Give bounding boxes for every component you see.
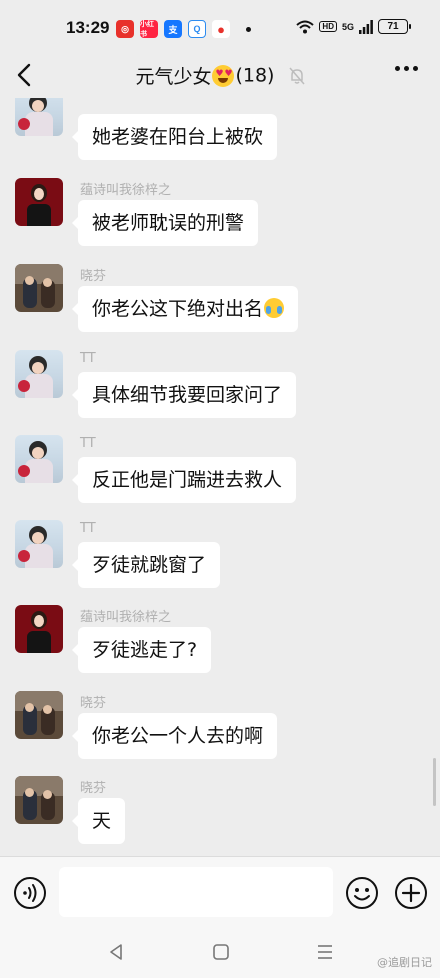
message-input[interactable] [59, 867, 333, 917]
status-time: 13:29 [66, 18, 110, 37]
more-dots-icon [395, 66, 400, 71]
voice-button[interactable] [13, 876, 47, 914]
sender-name: 蕴诗叫我徐梓之 [80, 183, 172, 198]
menu-lines-icon [318, 945, 332, 959]
battery-level: 71 [387, 21, 399, 32]
message-bubble[interactable]: 你老公这下绝对出名 [71, 286, 299, 332]
wifi-icon [296, 20, 315, 33]
sender-name: 蕴诗叫我徐梓之 [80, 610, 172, 625]
status-app-icons: ◎ 小红书 支 Q ● [116, 20, 251, 38]
chat-header: 元气少女 ♥ ♥ (18) [0, 58, 440, 98]
message-bubble[interactable]: 歹徒就跳窗了 [71, 542, 221, 588]
sender-name: 晓芬 [80, 781, 107, 796]
crying-emoji-icon [264, 298, 285, 318]
avatar[interactable] [15, 605, 63, 653]
status-indicators: HD 5G 71 [296, 19, 411, 34]
location-app-icon: ● [212, 20, 230, 38]
emoji-button[interactable] [345, 876, 379, 914]
signal-icon [359, 19, 373, 34]
message-bubble[interactable]: 歹徒逃走了? [71, 627, 212, 673]
sender-name: TT [80, 351, 96, 366]
more-notifications-icon [246, 26, 251, 32]
plus-icon [395, 877, 427, 909]
avatar[interactable] [15, 435, 63, 483]
avatar[interactable] [15, 691, 63, 739]
avatar[interactable] [15, 178, 63, 226]
xiaohongshu-app-icon: 小红书 [140, 20, 158, 38]
emoji-icon [346, 877, 378, 909]
message-bubble[interactable]: 天 [71, 798, 126, 844]
avatar[interactable] [15, 98, 63, 136]
network-label: 5G [341, 21, 354, 32]
nav-back-button[interactable] [108, 943, 124, 965]
more-options-button[interactable] [395, 66, 418, 71]
message-bubble[interactable]: 她老婆在阳台上被砍 [71, 114, 278, 160]
avatar[interactable] [15, 264, 63, 312]
status-bar: 13:29 ◎ 小红书 支 Q ● HD 5G 71 [0, 0, 440, 58]
triangle-back-icon [110, 944, 122, 960]
avatar[interactable] [15, 520, 63, 568]
message-list[interactable]: TT 她老婆在阳台上被砍 蕴诗叫我徐梓之 被老师耽误的刑警 晓芬 你老公这下绝对… [0, 98, 440, 856]
battery-indicator: 71 [378, 19, 411, 34]
square-home-icon [213, 944, 229, 960]
more-functions-button[interactable] [394, 876, 428, 914]
heart-eyes-emoji-icon: ♥ ♥ [212, 64, 235, 87]
alipay-app-icon: 支 [164, 20, 182, 38]
voice-icon [14, 877, 46, 909]
message-bubble[interactable]: 具体细节我要回家问了 [71, 372, 297, 418]
nav-recents-button[interactable] [316, 943, 334, 965]
system-nav-bar: @追剧日记 [0, 928, 440, 978]
hd-badge: HD [319, 21, 337, 32]
qq-app-icon: Q [188, 20, 206, 38]
sender-name: TT [80, 436, 96, 451]
input-bar [0, 856, 440, 928]
sender-name: 晓芬 [80, 269, 107, 284]
sender-name: TT [80, 521, 96, 536]
scrollbar[interactable] [433, 758, 436, 806]
avatar[interactable] [15, 776, 63, 824]
message-bubble[interactable]: 反正他是门踹进去救人 [71, 457, 297, 503]
message-bubble[interactable]: 你老公一个人去的啊 [71, 713, 278, 759]
chat-title: 元气少女 ♥ ♥ (18) [0, 62, 440, 89]
message-text: 你老公这下绝对出名 [92, 298, 264, 320]
message-bubble[interactable]: 被老师耽误的刑警 [71, 200, 259, 246]
member-count: (18) [235, 64, 275, 87]
nav-home-button[interactable] [212, 943, 230, 965]
avatar[interactable] [15, 350, 63, 398]
bell-off-icon [288, 67, 305, 84]
watermark: @追剧日记 [377, 956, 432, 969]
group-name: 元气少女 [135, 66, 212, 88]
weibo-app-icon: ◎ [116, 20, 134, 38]
sender-name: 晓芬 [80, 696, 107, 711]
